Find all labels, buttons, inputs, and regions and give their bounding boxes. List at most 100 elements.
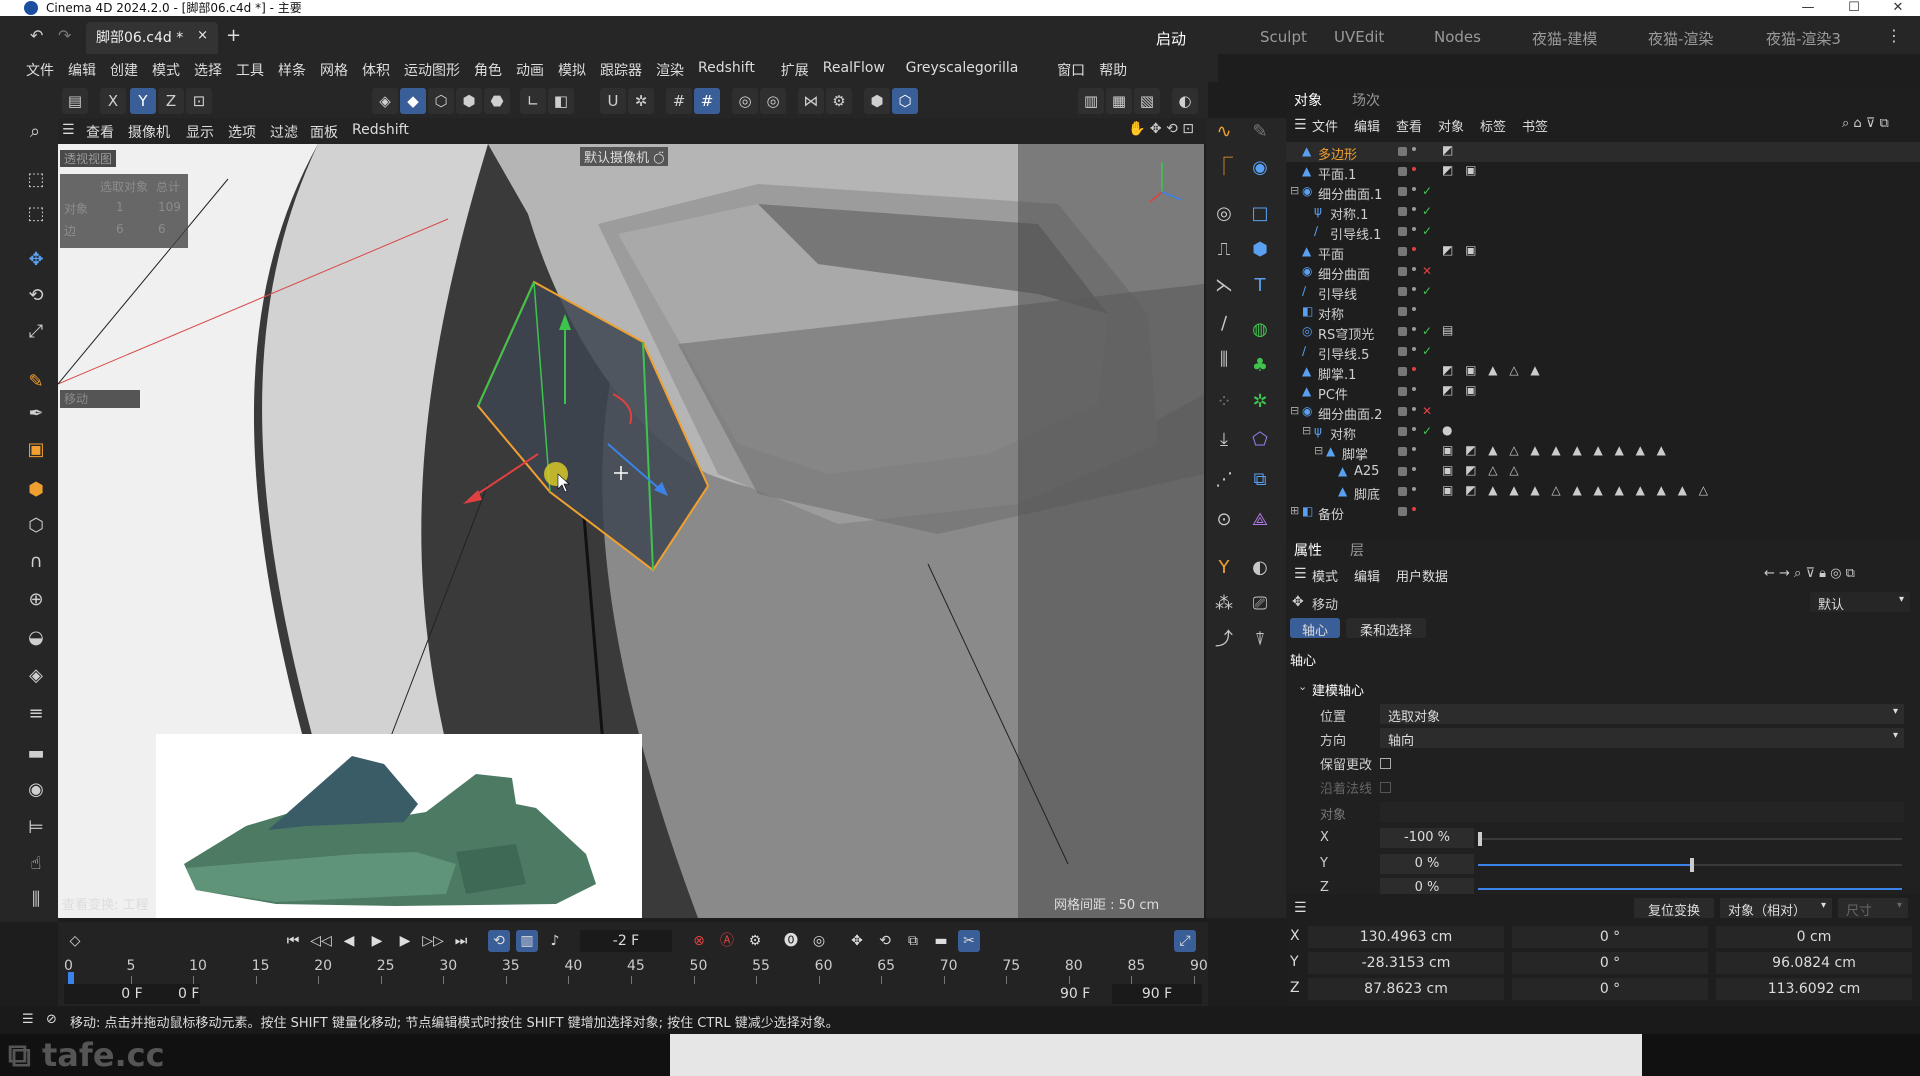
sketch-icon[interactable]: ✎	[1246, 118, 1274, 146]
object-tags[interactable]: ◩ ▣	[1442, 383, 1481, 397]
current-frame-field[interactable]: -2 F	[580, 930, 672, 952]
field-position-dropdown[interactable]: 选取对象 ▾	[1380, 704, 1904, 725]
magnet-tool-icon[interactable]: ⊕	[21, 586, 51, 614]
grid-snap-icon[interactable]: ⁘	[1210, 388, 1238, 416]
object-menu-item-3[interactable]: 对象	[1438, 116, 1464, 135]
object-row[interactable]: ▲ 脚掌.1 ◩ ▣ ▲ △ ▲	[1286, 362, 1920, 383]
fps-icon[interactable]: ▥	[516, 930, 538, 952]
object-tags[interactable]: ◩ ▣ ▲ △ ▲	[1442, 363, 1544, 377]
viewport-menu-item-0[interactable]: 查看	[86, 122, 114, 142]
y-field[interactable]: 0 %	[1380, 854, 1474, 874]
enabled-status-icon[interactable]: ✓	[1422, 184, 1432, 198]
attr-menu-icon[interactable]: ☰	[1294, 566, 1307, 582]
layer-swatch[interactable]	[1398, 247, 1407, 256]
visibility-dot[interactable]	[1412, 247, 1416, 251]
pen-icon[interactable]: ✒	[21, 400, 51, 428]
expander-icon[interactable]: ⊟	[1302, 424, 1311, 437]
visibility-icon[interactable]: ⊙	[1210, 506, 1238, 534]
visibility-dot[interactable]	[1412, 267, 1416, 271]
object-tags[interactable]: ◩	[1442, 143, 1457, 157]
layer-swatch[interactable]	[1398, 207, 1407, 216]
camera-object-icon[interactable]: ⎚	[1246, 590, 1274, 618]
enabled-status-icon[interactable]: ✓	[1422, 204, 1432, 218]
go-to-start-icon[interactable]: ⏮	[282, 930, 304, 952]
object-row[interactable]: ◧ 对称	[1286, 302, 1920, 323]
expander-icon[interactable]: ⊟	[1314, 444, 1323, 457]
pla-key-icon[interactable]: ⧉	[902, 930, 924, 952]
selection-filter-icon[interactable]: ▤	[62, 88, 88, 114]
visibility-dot[interactable]	[1412, 347, 1416, 351]
timeline-expand-icon[interactable]: ⤢	[1174, 930, 1196, 952]
visibility-dot[interactable]	[1412, 167, 1416, 171]
eraser-icon[interactable]: ▬	[21, 740, 51, 768]
viewport-menu-item-5[interactable]: 面板	[310, 122, 338, 142]
add-tab-button[interactable]: +	[226, 25, 241, 46]
z-slider[interactable]	[1478, 888, 1902, 890]
object-row[interactable]: ∕ 引导线 ✓	[1286, 282, 1920, 303]
reset-transform-button[interactable]: 复位变换	[1634, 898, 1714, 919]
preset-dropdown[interactable]: 默认 ▾	[1810, 592, 1910, 613]
layout-tab-6[interactable]: 夜猫-渲染3	[1766, 28, 1841, 49]
bucket-icon[interactable]: ◒	[21, 624, 51, 652]
end-frame-field[interactable]: 90 F	[1112, 984, 1202, 1004]
maximize-button[interactable]: ☐	[1832, 0, 1876, 16]
tab-objects[interactable]: 对象	[1294, 90, 1322, 110]
object-name[interactable]: 脚掌	[1342, 444, 1368, 463]
menu-item-18[interactable]: Greyscalegorilla	[906, 60, 1019, 76]
expander-icon[interactable]: ⊟	[1290, 404, 1299, 417]
layout-tab-2[interactable]: UVEdit	[1334, 28, 1384, 46]
menu-item-16[interactable]: 扩展	[781, 60, 809, 80]
coord-size-field[interactable]: 113.6092 cm	[1716, 978, 1912, 1000]
object-row[interactable]: ∕ 引导线.5 ✓	[1286, 342, 1920, 363]
object-row[interactable]: ⊟ ▲ 脚掌 ▣ ◩ ▲ △ ▲ ▲ ▲ ▲ ▲ ▲ ▲	[1286, 442, 1920, 463]
coord-mode-dropdown[interactable]: 对象（相对） ▾	[1720, 898, 1832, 919]
menu-item-7[interactable]: 网格	[320, 60, 348, 80]
live-selection-icon[interactable]: ⬚	[21, 166, 51, 194]
enabled-status-icon[interactable]: ✓	[1422, 424, 1432, 438]
enabled-status-icon[interactable]: ✓	[1422, 224, 1432, 238]
connect-icon[interactable]: Y	[1210, 554, 1238, 582]
object-menu-item-5[interactable]: 书签	[1522, 116, 1548, 135]
layer-swatch[interactable]	[1398, 427, 1407, 436]
object-menu-item-4[interactable]: 标签	[1480, 116, 1506, 135]
next-key-icon[interactable]: ▷▷	[422, 930, 444, 952]
layers-icon[interactable]: ◈	[21, 662, 51, 690]
layer-swatch[interactable]	[1398, 487, 1407, 496]
playhead[interactable]	[68, 972, 74, 984]
layer-swatch[interactable]	[1398, 307, 1407, 316]
size-dropdown[interactable]: 尺寸 ▾	[1838, 898, 1908, 919]
cube-primitive-icon[interactable]: ⬢	[1246, 236, 1274, 264]
menu-item-12[interactable]: 模拟	[558, 60, 586, 80]
magnet-icon[interactable]: U	[600, 88, 626, 114]
arch-icon[interactable]: ∩	[21, 548, 51, 576]
menu-item-10[interactable]: 角色	[474, 60, 502, 80]
visibility-dot[interactable]	[1412, 487, 1416, 491]
expander-icon[interactable]: ⊞	[1290, 504, 1299, 517]
layout-tab-4[interactable]: 夜猫-建模	[1532, 28, 1597, 49]
uv-mode-icon[interactable]: ⬣	[484, 88, 510, 114]
object-tags[interactable]: ▤	[1442, 323, 1457, 337]
object-name[interactable]: 备份	[1318, 504, 1344, 523]
keep-changes-checkbox[interactable]	[1380, 758, 1391, 769]
object-name[interactable]: 平面	[1318, 244, 1344, 263]
environment-icon[interactable]: ◐	[1246, 554, 1274, 582]
visibility-dot[interactable]	[1412, 187, 1416, 191]
axis-y-toggle[interactable]: Y	[130, 88, 156, 114]
preview-start-field[interactable]: 0 F	[178, 984, 199, 1004]
menu-item-5[interactable]: 工具	[236, 60, 264, 80]
rectangle-spline-icon[interactable]: □	[1246, 200, 1274, 228]
record-icon[interactable]: ⊗	[688, 930, 710, 952]
scatter-icon[interactable]: ⁂	[1210, 590, 1238, 618]
loop-icon[interactable]: ⟲	[488, 930, 510, 952]
layer-swatch[interactable]	[1398, 367, 1407, 376]
menu-item-0[interactable]: 文件	[26, 60, 54, 80]
axis-x-toggle[interactable]: X	[100, 88, 126, 114]
visibility-dot[interactable]	[1412, 507, 1416, 511]
menu-item-2[interactable]: 创建	[110, 60, 138, 80]
move-tool-icon[interactable]: ✥	[21, 246, 51, 274]
cloner-icon[interactable]: ♣	[1246, 352, 1274, 380]
object-row[interactable]: ψ 对称.1 ✓	[1286, 202, 1920, 223]
viewport-menu-item-4[interactable]: 过滤	[270, 122, 298, 142]
extrude-icon[interactable]: ⎍	[1210, 236, 1238, 264]
subtab-soft-selection[interactable]: 柔和选择	[1346, 618, 1426, 639]
